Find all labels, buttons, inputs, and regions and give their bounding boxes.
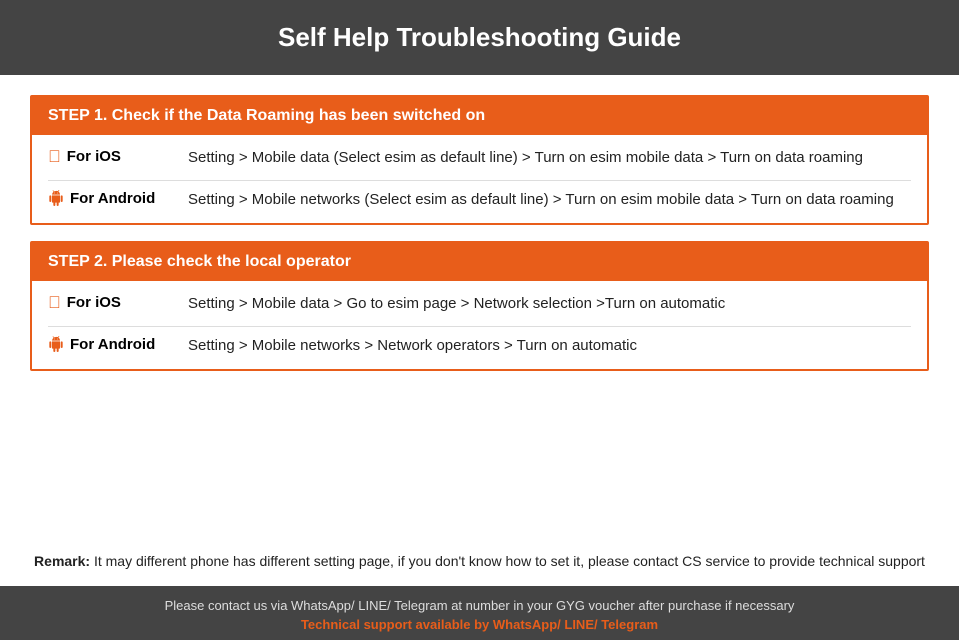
main-content: STEP 1. Check if the Data Roaming has be… [0,75,959,540]
footer: Please contact us via WhatsApp/ LINE/ Te… [0,586,959,640]
page-header: Self Help Troubleshooting Guide [0,0,959,75]
remark-label: Remark: [34,553,90,569]
footer-main-text: Please contact us via WhatsApp/ LINE/ Te… [0,598,959,613]
step2-android-label: For Android [48,335,188,353]
step1-ios-row:  For iOS Setting > Mobile data (Select … [48,147,911,170]
step1-header: STEP 1. Check if the Data Roaming has be… [32,97,927,135]
footer-support-text: Technical support available by WhatsApp/… [0,617,959,632]
step2-body:  For iOS Setting > Mobile data > Go to … [32,281,927,369]
step2-header: STEP 2. Please check the local operator [32,243,927,281]
apple-icon-2:  [48,294,61,311]
step2-android-row: For Android Setting > Mobile networks > … [48,335,911,358]
step1-android-label: For Android [48,189,188,207]
step1-ios-text: Setting > Mobile data (Select esim as de… [188,147,911,170]
step2-card: STEP 2. Please check the local operator … [30,241,929,371]
android-icon-2 [48,336,64,352]
step1-android-text: Setting > Mobile networks (Select esim a… [188,189,911,212]
apple-icon:  [48,148,61,165]
android-icon [48,190,64,206]
step2-divider [48,326,911,327]
step1-divider [48,180,911,181]
step2-ios-label:  For iOS [48,293,188,311]
page-title: Self Help Troubleshooting Guide [0,22,959,53]
step2-heading: STEP 2. Please check the local operator [48,253,911,271]
step1-card: STEP 1. Check if the Data Roaming has be… [30,95,929,225]
step1-android-row: For Android Setting > Mobile networks (S… [48,189,911,212]
step2-ios-text: Setting > Mobile data > Go to esim page … [188,293,911,316]
step1-heading: STEP 1. Check if the Data Roaming has be… [48,107,911,125]
step2-android-text: Setting > Mobile networks > Network oper… [188,335,911,358]
step2-ios-row:  For iOS Setting > Mobile data > Go to … [48,293,911,316]
remark-section: Remark: It may different phone has diffe… [0,540,959,586]
step1-body:  For iOS Setting > Mobile data (Select … [32,135,927,223]
remark-text: It may different phone has different set… [90,553,925,569]
step1-ios-label:  For iOS [48,147,188,165]
